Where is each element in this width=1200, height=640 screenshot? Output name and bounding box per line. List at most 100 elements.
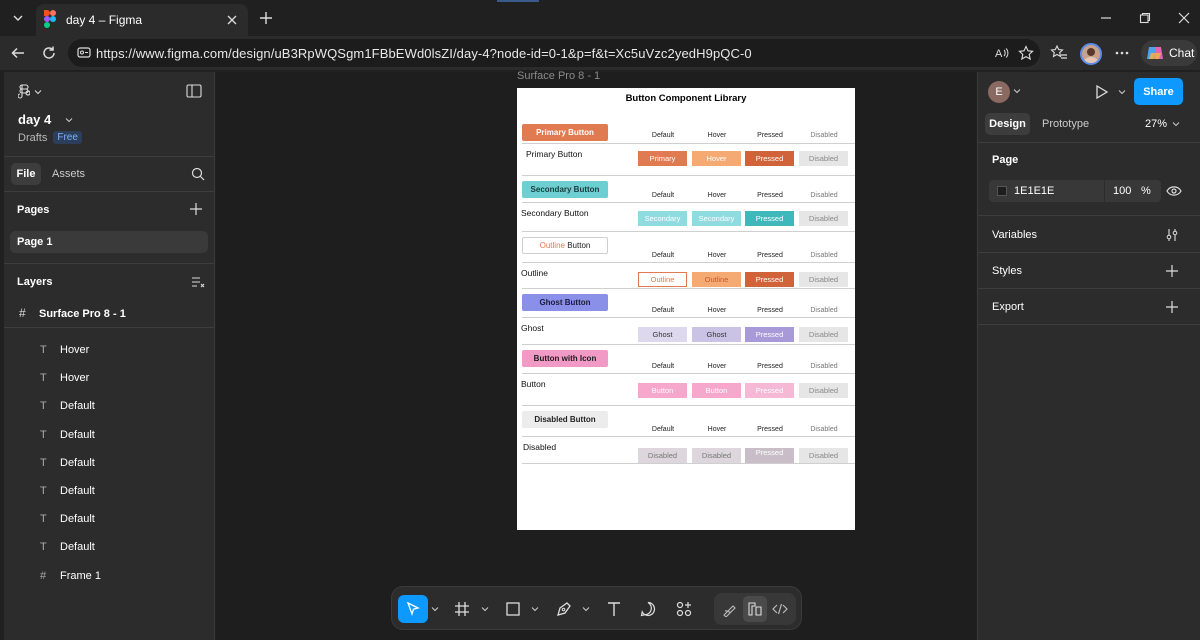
component-button[interactable]: Secondary [638,211,687,226]
section-label[interactable]: Primary Button [522,124,608,141]
restore-icon[interactable] [1135,8,1155,28]
reload-icon[interactable] [38,42,60,64]
component-button[interactable]: Outline [692,272,741,287]
component-button[interactable]: Disabled [638,448,687,463]
layer-item[interactable]: # Frame 1 [4,562,215,590]
tab-file[interactable]: File [11,163,41,185]
section-label[interactable]: Secondary Button [522,181,608,198]
chevron-down-icon[interactable] [1013,87,1021,95]
read-aloud-icon[interactable]: A [994,45,1010,61]
component-button[interactable]: Pressed [745,383,794,398]
layer-item[interactable]: T Hover [4,336,215,364]
section-label[interactable]: Outline Button [522,237,608,254]
component-button[interactable]: Disabled [799,327,848,342]
new-tab-icon[interactable] [255,7,277,29]
chevron-down-icon[interactable] [1118,88,1126,96]
layers-filter-icon[interactable] [191,276,205,288]
component-button[interactable]: Button [692,383,741,398]
layer-item[interactable]: T Default [4,477,215,505]
page-opacity-value[interactable]: 100 [1113,185,1131,197]
share-button[interactable]: Share [1134,78,1183,105]
back-arrow-icon[interactable] [7,42,29,64]
pen-tool-icon[interactable] [550,595,578,623]
chevron-down-icon[interactable] [581,595,591,623]
move-tool-icon[interactable] [398,595,428,623]
text-tool-icon[interactable] [600,595,628,623]
favorites-icon[interactable] [1048,42,1070,64]
component-button[interactable]: Ghost [692,327,741,342]
section-label[interactable]: Disabled Button [522,411,608,428]
main-menu-button[interactable] [18,84,42,100]
page-color-value[interactable]: 1E1E1E [1014,185,1054,197]
site-info-icon[interactable] [76,44,92,60]
variables-settings-icon[interactable] [1165,228,1179,242]
component-button[interactable]: Pressed [745,327,794,342]
component-button[interactable]: Button [638,383,687,398]
dev-mode-icon[interactable] [768,596,792,622]
page-item-page-1[interactable]: Page 1 [10,231,208,253]
component-button[interactable]: Ghost [638,327,687,342]
actions-tool-icon[interactable] [670,595,698,623]
toggle-sidebar-icon[interactable] [186,84,202,98]
component-button[interactable]: Disabled [799,383,848,398]
file-location[interactable]: Drafts [18,132,47,144]
layer-item[interactable]: T Default [4,421,215,449]
layer-item[interactable]: T Default [4,449,215,477]
profile-avatar[interactable] [1080,43,1102,65]
layer-item[interactable]: T Default [4,505,215,533]
layer-item[interactable]: T Default [4,533,215,561]
section-label[interactable]: Ghost Button [522,294,608,311]
user-avatar[interactable]: E [988,81,1010,103]
component-button[interactable]: Disabled [799,151,848,166]
more-options-icon[interactable] [1111,42,1133,64]
design-canvas[interactable]: Surface Pro 8 - 1 Button Component Libra… [216,70,976,640]
component-button[interactable]: Disabled [799,272,848,287]
visibility-eye-icon[interactable] [1166,185,1182,197]
add-style-icon[interactable] [1166,265,1178,277]
url-field[interactable]: https://www.figma.com/design/uB3RpWQSgm1… [68,39,1040,67]
component-button[interactable]: Disabled [799,211,848,226]
section-label[interactable]: Button with Icon [522,350,608,367]
artboard-frame[interactable]: Button Component Library Primary Button D… [517,88,855,530]
component-button[interactable]: Pressed [745,151,794,166]
layer-frame-surface-pro[interactable]: # Surface Pro 8 - 1 [4,300,215,328]
minimize-icon[interactable] [1096,8,1116,28]
frame-name-label[interactable]: Surface Pro 8 - 1 [517,70,600,82]
copilot-chat-button[interactable]: Chat [1141,40,1197,66]
present-play-icon[interactable] [1093,84,1109,100]
component-button[interactable]: Pressed [745,448,794,463]
tab-actions-chevron-icon[interactable] [6,6,30,30]
frame-tool-icon[interactable] [448,595,476,623]
page-background-field[interactable]: 1E1E1E 100 % [989,180,1161,202]
close-window-icon[interactable] [1174,8,1194,28]
close-tab-icon[interactable] [222,10,242,30]
component-button[interactable]: Disabled [692,448,741,463]
chevron-down-icon[interactable] [530,595,540,623]
component-button[interactable]: Pressed [745,211,794,226]
comment-tool-icon[interactable] [634,595,662,623]
design-mode-icon[interactable] [743,596,767,622]
component-button[interactable]: Disabled [799,448,848,463]
file-name-menu[interactable]: day 4 [18,112,73,127]
chevron-down-icon[interactable] [430,595,440,623]
component-button[interactable]: Pressed [745,272,794,287]
layer-item[interactable]: T Default [4,392,215,420]
favorite-star-icon[interactable] [1018,45,1034,61]
zoom-dropdown[interactable]: 27% [1145,118,1180,130]
tab-design[interactable]: Design [985,113,1030,135]
component-button[interactable]: Secondary [692,211,741,226]
layer-item[interactable]: T Hover [4,364,215,392]
chevron-down-icon[interactable] [480,595,490,623]
draw-mode-icon[interactable] [718,596,742,622]
add-export-icon[interactable] [1166,301,1178,313]
color-swatch[interactable] [997,186,1007,196]
component-button[interactable]: Hover [692,151,741,166]
component-button[interactable]: Primary [638,151,687,166]
tab-prototype[interactable]: Prototype [1042,118,1089,130]
browser-tab[interactable]: day 4 – Figma [36,4,248,36]
search-icon[interactable] [191,167,205,181]
component-button[interactable]: Outline [638,272,687,287]
tab-assets[interactable]: Assets [52,168,85,180]
rectangle-tool-icon[interactable] [499,595,527,623]
add-page-icon[interactable] [190,203,202,215]
